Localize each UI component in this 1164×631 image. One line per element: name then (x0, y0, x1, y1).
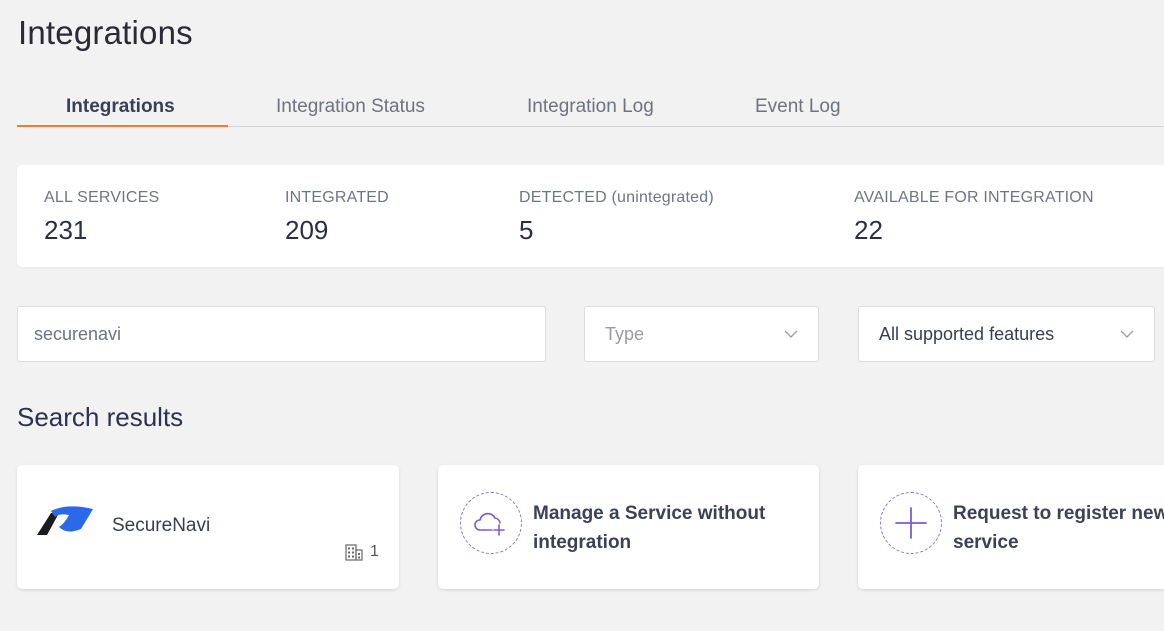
features-select-value: All supported features (879, 323, 1055, 344)
tab-event-log[interactable]: Event Log (755, 96, 841, 118)
request-register-line1: Request to register new (953, 503, 1164, 524)
features-select[interactable]: All supported features (858, 306, 1155, 362)
type-select[interactable]: Type (584, 306, 819, 362)
chevron-down-icon (1120, 330, 1134, 338)
stat-detected[interactable]: DETECTED (unintegrated) 5 (519, 189, 714, 246)
stat-value: 231 (44, 215, 88, 245)
search-input[interactable] (34, 323, 529, 345)
search-results-heading: Search results (17, 402, 184, 432)
stat-integrated[interactable]: INTEGRATED 209 (285, 189, 389, 246)
service-name: SecureNavi (112, 515, 211, 536)
service-card-securenavi[interactable]: SecureNavi 1 (17, 465, 399, 589)
plus-icon-wrapper (880, 492, 942, 554)
securenavi-logo (37, 506, 93, 535)
building-icon (345, 543, 363, 561)
tab-bar: Integrations Integration Status Integrat… (17, 88, 1164, 127)
tenant-count-value: 1 (370, 543, 379, 560)
active-tab-indicator (17, 125, 228, 127)
plus-icon (895, 507, 927, 539)
manage-service-card[interactable]: Manage a Service without integration (438, 465, 819, 589)
stat-value: 22 (854, 215, 883, 245)
tab-integration-status[interactable]: Integration Status (276, 96, 425, 118)
cloud-add-icon-wrapper (460, 492, 522, 554)
stat-label: AVAILABLE FOR INTEGRATION (854, 189, 1094, 206)
search-input-wrapper (17, 306, 546, 362)
stat-all-services[interactable]: ALL SERVICES 231 (44, 189, 159, 246)
request-register-card[interactable]: Request to register new service (858, 465, 1164, 589)
tab-integrations[interactable]: Integrations (66, 96, 175, 118)
chevron-down-icon (784, 330, 798, 338)
stat-available[interactable]: AVAILABLE FOR INTEGRATION 22 (854, 189, 1094, 246)
cloud-add-icon (474, 512, 505, 536)
stat-label: DETECTED (unintegrated) (519, 189, 714, 206)
tenant-count: 1 (345, 543, 379, 561)
manage-service-line1: Manage a Service without (533, 503, 766, 524)
request-register-line2: service (953, 532, 1019, 553)
type-select-placeholder: Type (605, 323, 645, 344)
manage-service-line2: integration (533, 532, 632, 553)
stat-label: ALL SERVICES (44, 189, 160, 206)
manage-service-label: Manage a Service without integration (533, 499, 819, 557)
stat-label: INTEGRATED (285, 189, 389, 206)
page-title: Integrations (18, 14, 193, 51)
request-register-label: Request to register new service (953, 499, 1164, 557)
stat-value: 209 (285, 215, 329, 245)
stat-value: 5 (519, 215, 534, 245)
tab-integration-log[interactable]: Integration Log (527, 96, 654, 118)
stats-summary: ALL SERVICES 231 INTEGRATED 209 DETECTED… (17, 165, 1164, 267)
